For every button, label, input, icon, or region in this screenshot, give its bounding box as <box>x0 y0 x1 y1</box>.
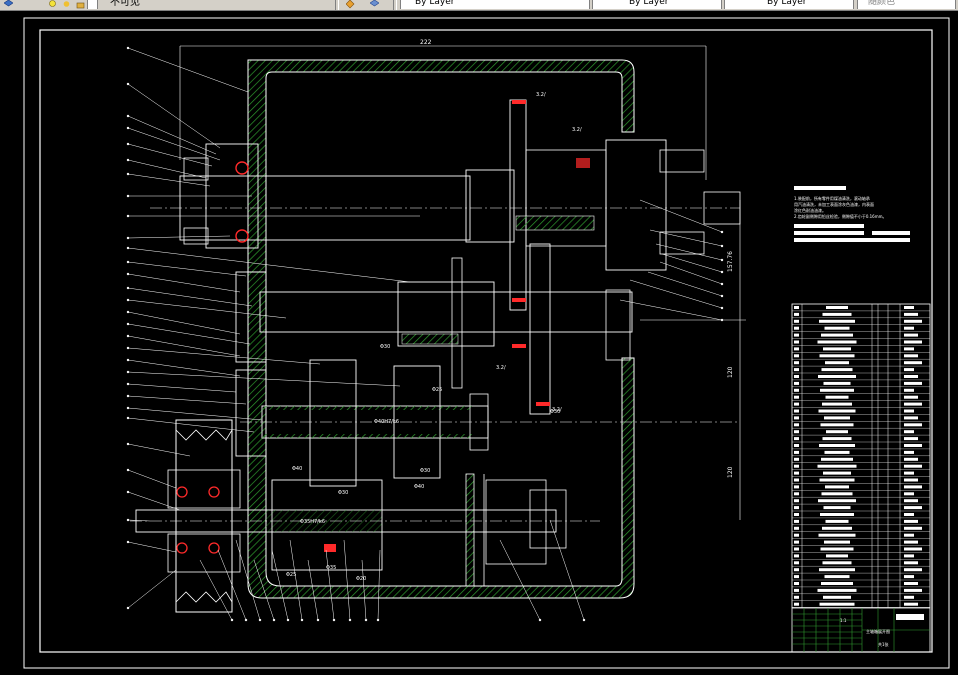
gear-shaft-ii <box>529 243 551 415</box>
bearing-ball <box>176 542 188 554</box>
bearing-ball <box>235 161 249 175</box>
linetype-combo[interactable]: By Layer <box>592 0 722 9</box>
dim-top-width: 222 <box>420 39 432 46</box>
assembly-drawing: 222 157.76 120 120 3.2/ 3.2/ 3.2/ 3.2/ Φ… <box>23 17 950 669</box>
lock-icon[interactable] <box>76 0 85 9</box>
svg-text:主轴箱展开图: 主轴箱展开图 <box>866 628 890 634</box>
svg-text:Φ25: Φ25 <box>432 387 442 393</box>
layer-previous-icon[interactable] <box>370 0 379 9</box>
dim-right-2: 120 <box>727 366 734 378</box>
svg-text:1:1: 1:1 <box>840 618 847 623</box>
parts-list-table <box>791 303 931 609</box>
color-combo[interactable]: By Layer <box>400 0 590 9</box>
svg-text:Φ20: Φ20 <box>356 576 366 582</box>
partition-wall <box>465 473 475 587</box>
end-cap-right <box>605 139 667 271</box>
sun-icon[interactable] <box>62 0 71 9</box>
svg-text:3.2/: 3.2/ <box>496 365 506 371</box>
svg-text:Φ30: Φ30 <box>380 344 390 350</box>
lineweight-combo[interactable]: By Layer <box>724 0 854 9</box>
layer-icon[interactable] <box>4 0 13 9</box>
dim-right-3: 120 <box>727 466 734 478</box>
svg-text:共1张: 共1张 <box>878 641 889 647</box>
svg-text:3.2/: 3.2/ <box>536 92 546 98</box>
tech-title <box>794 186 846 190</box>
svg-text:3.2/: 3.2/ <box>572 127 582 133</box>
bearing-ball <box>176 486 188 498</box>
outer-border <box>23 17 950 669</box>
part-leaders-right <box>619 199 724 322</box>
svg-text:Φ30: Φ30 <box>338 490 348 496</box>
lightbulb-icon[interactable] <box>48 0 57 9</box>
shaft-ii <box>259 291 633 333</box>
layer-dropdown[interactable]: 不可见 <box>110 0 140 9</box>
toolbar-separator <box>335 0 339 10</box>
gear-large <box>509 99 527 311</box>
cad-toolbar: 不可见 By Layer By Layer By Layer 随颜色 <box>0 0 958 11</box>
dim-right-1: 157.76 <box>727 251 734 272</box>
layer-match-icon[interactable] <box>346 0 355 9</box>
drawing-canvas[interactable]: 222 157.76 120 120 3.2/ 3.2/ 3.2/ 3.2/ Φ… <box>0 11 958 671</box>
plotstyle-combo[interactable]: 随颜色 <box>857 0 956 9</box>
svg-text:Φ40H7/k6: Φ40H7/k6 <box>374 419 399 425</box>
svg-text:涂红色耐油油漆。: 涂红色耐油油漆。 <box>794 207 826 213</box>
layer-color-swatch[interactable] <box>87 0 98 9</box>
v-belt-pulley <box>175 419 233 613</box>
svg-text:Φ40: Φ40 <box>414 484 424 490</box>
svg-text:Φ40: Φ40 <box>292 466 302 472</box>
bearing-ball <box>208 542 220 554</box>
svg-text:1.装配前，所有零件用煤油清洗，滚动轴承: 1.装配前，所有零件用煤油清洗，滚动轴承 <box>794 195 870 201</box>
svg-text:用汽油清洗，未加工表面涂灰色油漆，内表面: 用汽油清洗，未加工表面涂灰色油漆，内表面 <box>794 201 874 207</box>
svg-text:Φ30: Φ30 <box>550 409 560 415</box>
svg-text:Φ35: Φ35 <box>326 565 336 571</box>
svg-text:Φ35H7/k6: Φ35H7/k6 <box>300 519 325 525</box>
svg-text:2.齿轮副侧隙用铅丝检验，侧隙值不小于0.16mm。: 2.齿轮副侧隙用铅丝检验，侧隙值不小于0.16mm。 <box>794 213 887 219</box>
toolbar-separator <box>393 0 397 10</box>
svg-text:Φ30: Φ30 <box>420 468 430 474</box>
bearing-ball <box>208 486 220 498</box>
